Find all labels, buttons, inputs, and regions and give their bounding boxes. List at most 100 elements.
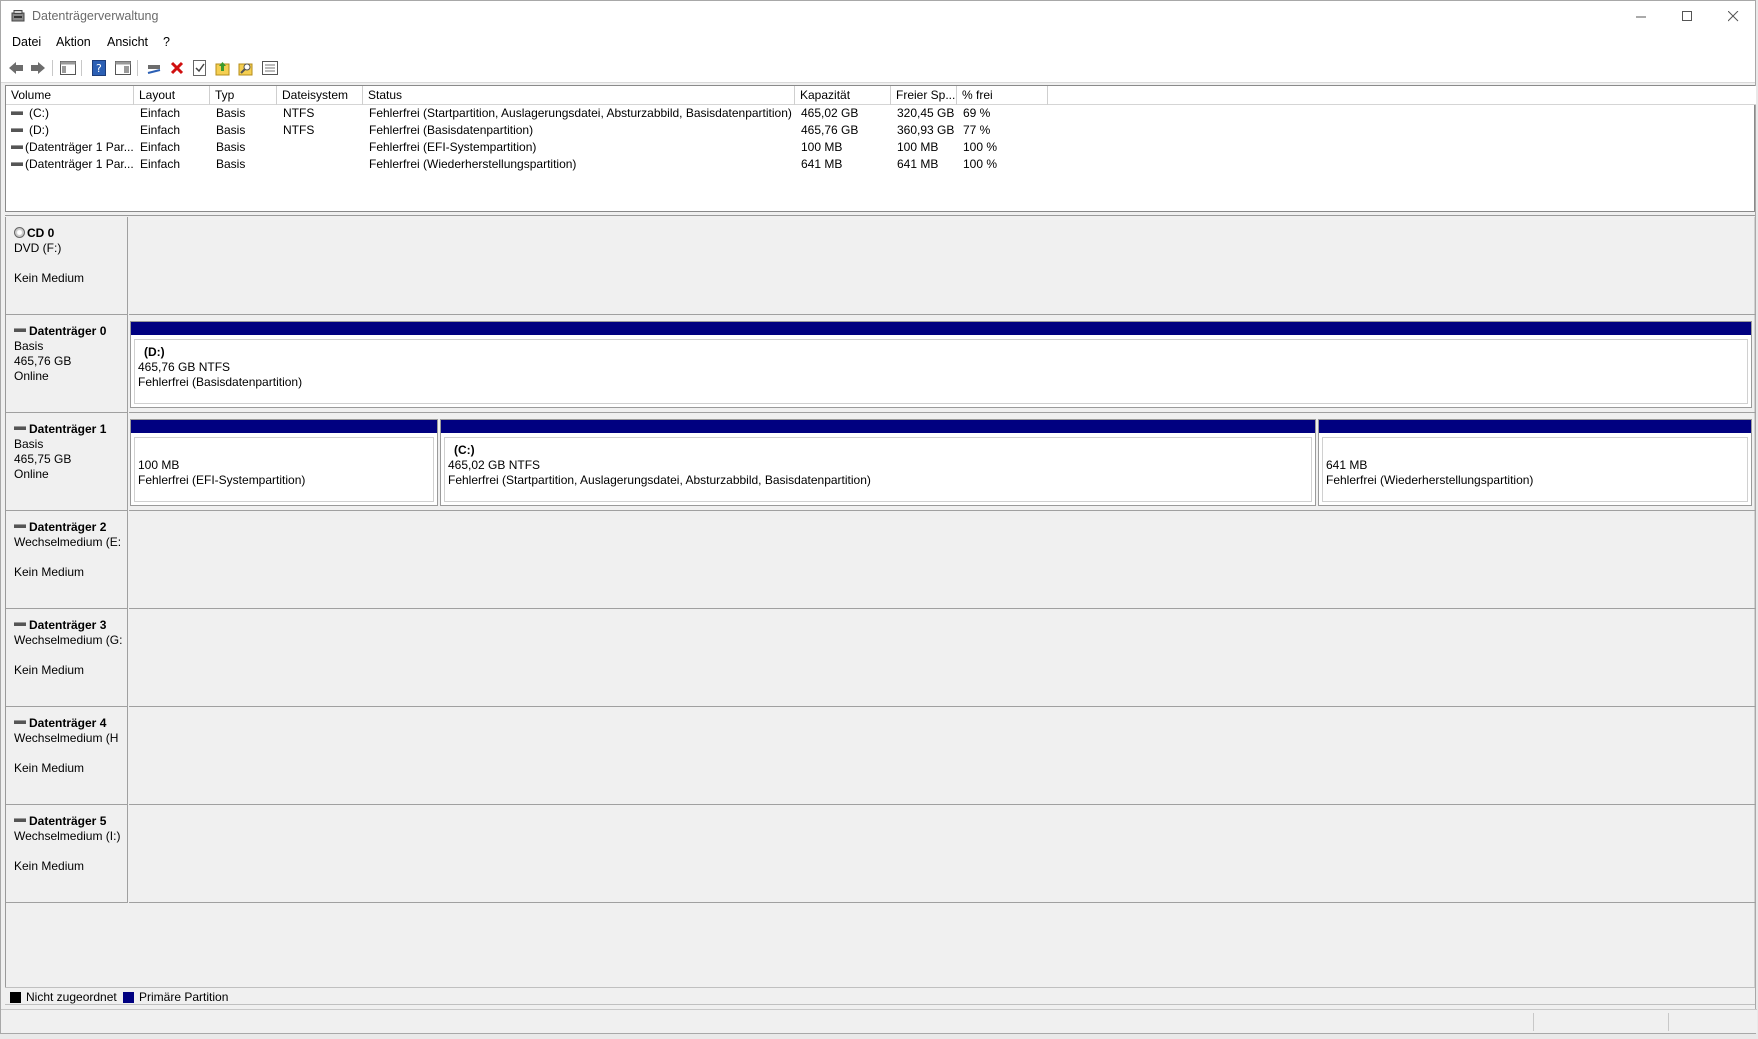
column-header-kapazitaet[interactable]: Kapazität bbox=[795, 86, 891, 105]
partition-d[interactable]: (D:) 465,76 GB NTFS Fehlerfrei (Basisdat… bbox=[130, 321, 1752, 408]
disk-label-disk1[interactable]: Datenträger 1 Basis 465,75 GB Online bbox=[6, 413, 128, 511]
disk-name: Datenträger 2 bbox=[29, 520, 107, 534]
disk-size bbox=[14, 256, 127, 271]
layout-cell: Einfach bbox=[140, 140, 181, 154]
free-space-cell: 641 MB bbox=[897, 157, 939, 171]
view-list-button[interactable] bbox=[261, 59, 279, 77]
disk-name: CD 0 bbox=[27, 226, 55, 240]
folder-up-button[interactable] bbox=[214, 59, 232, 77]
menu-help[interactable]: ? bbox=[163, 35, 170, 49]
layout-cell: Einfach bbox=[140, 157, 181, 171]
disk-size bbox=[14, 550, 127, 565]
pane-splitter[interactable] bbox=[5, 212, 1755, 216]
column-header-layout[interactable]: Layout bbox=[134, 86, 210, 105]
volume-cell: (Datenträger 1 Par... bbox=[11, 157, 134, 171]
capacity-cell: 641 MB bbox=[801, 157, 843, 171]
primary-partition-bar bbox=[131, 322, 1751, 335]
forward-button[interactable] bbox=[29, 59, 47, 77]
volume-row[interactable]: (C:) Einfach Basis NTFS Fehlerfrei (Star… bbox=[6, 105, 1754, 122]
back-arrow-icon bbox=[9, 62, 23, 74]
back-button[interactable] bbox=[7, 59, 25, 77]
disk-body-disk3 bbox=[129, 609, 1756, 707]
column-header-volume[interactable]: Volume bbox=[6, 86, 134, 105]
close-button[interactable] bbox=[1710, 1, 1756, 32]
disk-state: Online bbox=[14, 467, 49, 481]
partition-name bbox=[1326, 443, 1747, 458]
column-header-status[interactable]: Status bbox=[363, 86, 795, 105]
delete-button[interactable] bbox=[168, 59, 186, 77]
primary-partition-bar bbox=[441, 420, 1315, 433]
disk-size: 465,76 GB bbox=[14, 354, 72, 368]
disk-label-disk0[interactable]: Datenträger 0 Basis 465,76 GB Online bbox=[6, 315, 128, 413]
capacity-cell: 100 MB bbox=[801, 140, 843, 154]
help-icon: ? bbox=[92, 60, 106, 76]
column-header-typ[interactable]: Typ bbox=[210, 86, 277, 105]
minimize-icon bbox=[1635, 16, 1646, 18]
partition-efi[interactable]: 100 MB Fehlerfrei (EFI-Systempartition) bbox=[130, 419, 438, 506]
disk-size: 465,75 GB bbox=[14, 452, 72, 466]
connect-button[interactable] bbox=[145, 59, 163, 77]
connect-icon bbox=[147, 65, 161, 74]
legend-label-primary: Primäre Partition bbox=[139, 990, 229, 1004]
partition-size: 465,02 GB NTFS bbox=[448, 458, 541, 472]
disk-name: Datenträger 1 bbox=[29, 422, 107, 436]
disk-row-disk0: Datenträger 0 Basis 465,76 GB Online (D:… bbox=[6, 315, 1756, 413]
status-cell: Fehlerfrei (Wiederherstellungspartition) bbox=[369, 157, 577, 171]
disk-body-disk2 bbox=[129, 511, 1756, 609]
volume-row[interactable]: (D:) Einfach Basis NTFS Fehlerfrei (Basi… bbox=[6, 122, 1754, 139]
partition-recovery[interactable]: 641 MB Fehlerfrei (Wiederherstellungspar… bbox=[1318, 419, 1752, 506]
disk-name: Datenträger 4 bbox=[29, 716, 107, 730]
volume-row[interactable]: (Datenträger 1 Par... Einfach Basis Fehl… bbox=[6, 139, 1754, 156]
capacity-cell: 465,76 GB bbox=[801, 123, 859, 137]
disk-label-disk5[interactable]: Datenträger 5 Wechselmedium (I:) Kein Me… bbox=[6, 805, 128, 903]
show-console-tree-button[interactable] bbox=[59, 59, 77, 77]
disk-label-cd0[interactable]: CD 0 DVD (F:) Kein Medium bbox=[6, 217, 128, 315]
window-title: Datenträgerverwaltung bbox=[32, 9, 159, 23]
disk-state: Kein Medium bbox=[14, 271, 85, 285]
volume-cell: (D:) bbox=[11, 123, 134, 137]
partition-status: Fehlerfrei (EFI-Systempartition) bbox=[138, 473, 306, 487]
disk-label-disk3[interactable]: Datenträger 3 Wechselmedium (G: Kein Med… bbox=[6, 609, 128, 707]
minimize-button[interactable] bbox=[1618, 1, 1664, 32]
volume-name: (C:) bbox=[29, 106, 49, 120]
folder-search-button[interactable] bbox=[237, 59, 255, 77]
volume-list: Volume Layout Typ Dateisystem Status Kap… bbox=[5, 85, 1756, 212]
partition-size: 100 MB bbox=[138, 458, 180, 472]
disk-state: Kein Medium bbox=[14, 761, 85, 775]
column-header-freier-speicher[interactable]: Freier Sp... bbox=[891, 86, 957, 105]
disk-state: Kein Medium bbox=[14, 565, 85, 579]
filesystem-cell: NTFS bbox=[283, 123, 315, 137]
volume-row[interactable]: (Datenträger 1 Par... Einfach Basis Fehl… bbox=[6, 156, 1754, 173]
legend-swatch-primary bbox=[123, 992, 134, 1003]
removable-disk-icon bbox=[14, 622, 26, 627]
maximize-button[interactable] bbox=[1664, 1, 1710, 32]
forward-arrow-icon bbox=[31, 62, 45, 74]
partition-c[interactable]: (C:) 465,02 GB NTFS Fehlerfrei (Startpar… bbox=[440, 419, 1316, 506]
free-space-cell: 320,45 GB bbox=[897, 106, 955, 120]
menu-datei[interactable]: Datei bbox=[12, 35, 41, 49]
disk-body-disk5 bbox=[129, 805, 1756, 903]
status-bar bbox=[1, 1009, 1757, 1033]
toolbar: ? bbox=[1, 53, 1755, 83]
column-header-dateisystem[interactable]: Dateisystem bbox=[277, 86, 363, 105]
folder-search-icon bbox=[238, 63, 253, 76]
menu-aktion[interactable]: Aktion bbox=[56, 35, 91, 49]
help-button[interactable]: ? bbox=[90, 59, 108, 77]
properties-list-button[interactable] bbox=[114, 59, 132, 77]
close-icon bbox=[1727, 11, 1738, 22]
disk-type: Wechselmedium (G: bbox=[14, 633, 123, 647]
disk-label-disk4[interactable]: Datenträger 4 Wechselmedium (H Kein Medi… bbox=[6, 707, 128, 805]
properties-button[interactable] bbox=[191, 59, 209, 77]
drive-icon bbox=[11, 110, 23, 115]
menu-ansicht[interactable]: Ansicht bbox=[107, 35, 148, 49]
disk-name: Datenträger 5 bbox=[29, 814, 107, 828]
disk-body-disk4 bbox=[129, 707, 1756, 805]
column-header-prozent-frei[interactable]: % frei bbox=[957, 86, 1048, 105]
removable-disk-icon bbox=[14, 818, 26, 823]
disk-type: Wechselmedium (E: bbox=[14, 535, 122, 549]
partition-status: Fehlerfrei (Startpartition, Auslagerungs… bbox=[448, 473, 871, 487]
partition-name: (D:) bbox=[144, 345, 165, 359]
disk-size bbox=[14, 746, 127, 761]
disk-label-disk2[interactable]: Datenträger 2 Wechselmedium (E: Kein Med… bbox=[6, 511, 128, 609]
type-cell: Basis bbox=[216, 106, 246, 120]
